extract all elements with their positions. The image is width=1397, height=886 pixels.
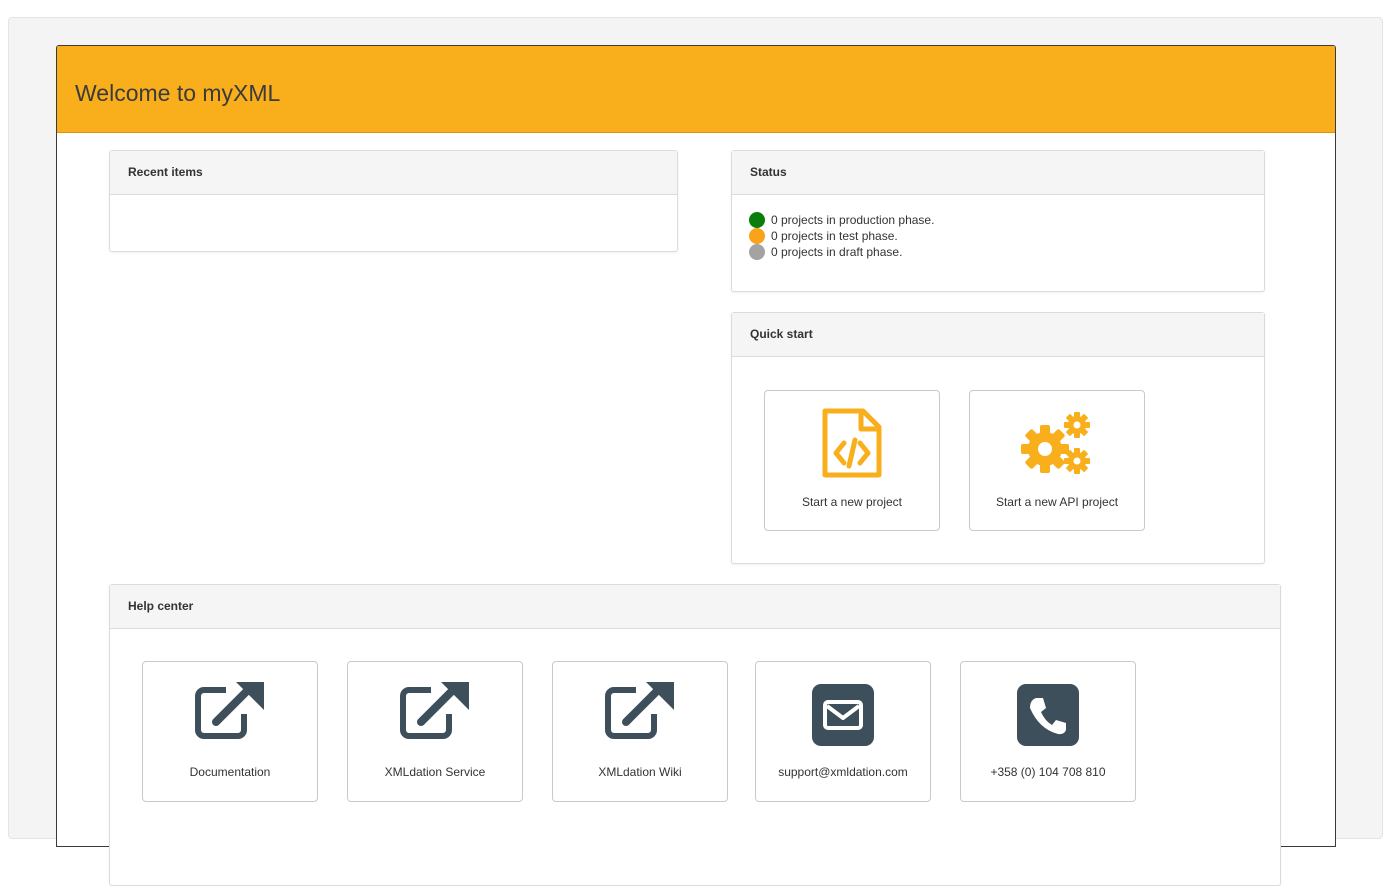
support-email-link[interactable]: support@xmldation.com <box>755 661 931 802</box>
tile-label: support@xmldation.com <box>778 765 908 779</box>
documentation-link[interactable]: Documentation <box>142 661 318 802</box>
envelope-icon <box>756 684 930 746</box>
help-center-panel: Help center Documentation XMLdation Serv… <box>109 584 1281 886</box>
test-status-dot-icon <box>749 228 765 244</box>
tile-label: Documentation <box>189 765 271 779</box>
tile-label: Start a new API project <box>995 495 1119 509</box>
start-new-project-button[interactable]: Start a new project <box>764 390 940 531</box>
tile-label: +358 (0) 104 708 810 <box>990 765 1106 779</box>
phone-icon <box>961 684 1135 746</box>
status-row-draft: 0 projects in draft phase. <box>749 244 1264 260</box>
status-row-test: 0 projects in test phase. <box>749 228 1264 244</box>
external-link-icon <box>143 680 317 742</box>
recent-items-panel: Recent items <box>109 150 678 252</box>
welcome-header: Welcome to myXML <box>57 46 1335 133</box>
help-center-title: Help center <box>110 585 1280 629</box>
quick-start-title: Quick start <box>732 313 1264 357</box>
status-title: Status <box>732 151 1264 195</box>
external-link-icon <box>553 680 727 742</box>
tile-label: Start a new project <box>801 495 903 509</box>
quick-start-panel: Quick start Start a new project Start a … <box>731 312 1265 564</box>
external-link-icon <box>348 680 522 742</box>
xmldation-service-link[interactable]: XMLdation Service <box>347 661 523 802</box>
xmldation-wiki-link[interactable]: XMLdation Wiki <box>552 661 728 802</box>
production-status-dot-icon <box>749 212 765 228</box>
welcome-panel: Welcome to myXML Recent items Status 0 p… <box>56 45 1336 886</box>
code-file-icon <box>765 407 939 479</box>
status-panel: Status 0 projects in production phase. 0… <box>731 150 1265 292</box>
status-list: 0 projects in production phase. 0 projec… <box>732 195 1264 260</box>
recent-items-title: Recent items <box>110 151 677 195</box>
tile-label: XMLdation Service <box>384 765 486 779</box>
tile-label: XMLdation Wiki <box>598 765 682 779</box>
gears-icon <box>970 409 1144 477</box>
status-text: 0 projects in draft phase. <box>771 245 903 259</box>
draft-status-dot-icon <box>749 244 765 260</box>
page-title: Welcome to myXML <box>75 80 281 106</box>
status-row-production: 0 projects in production phase. <box>749 212 1264 228</box>
status-text: 0 projects in production phase. <box>771 213 935 227</box>
support-phone-link[interactable]: +358 (0) 104 708 810 <box>960 661 1136 802</box>
status-text: 0 projects in test phase. <box>771 229 898 243</box>
start-new-api-project-button[interactable]: Start a new API project <box>969 390 1145 531</box>
